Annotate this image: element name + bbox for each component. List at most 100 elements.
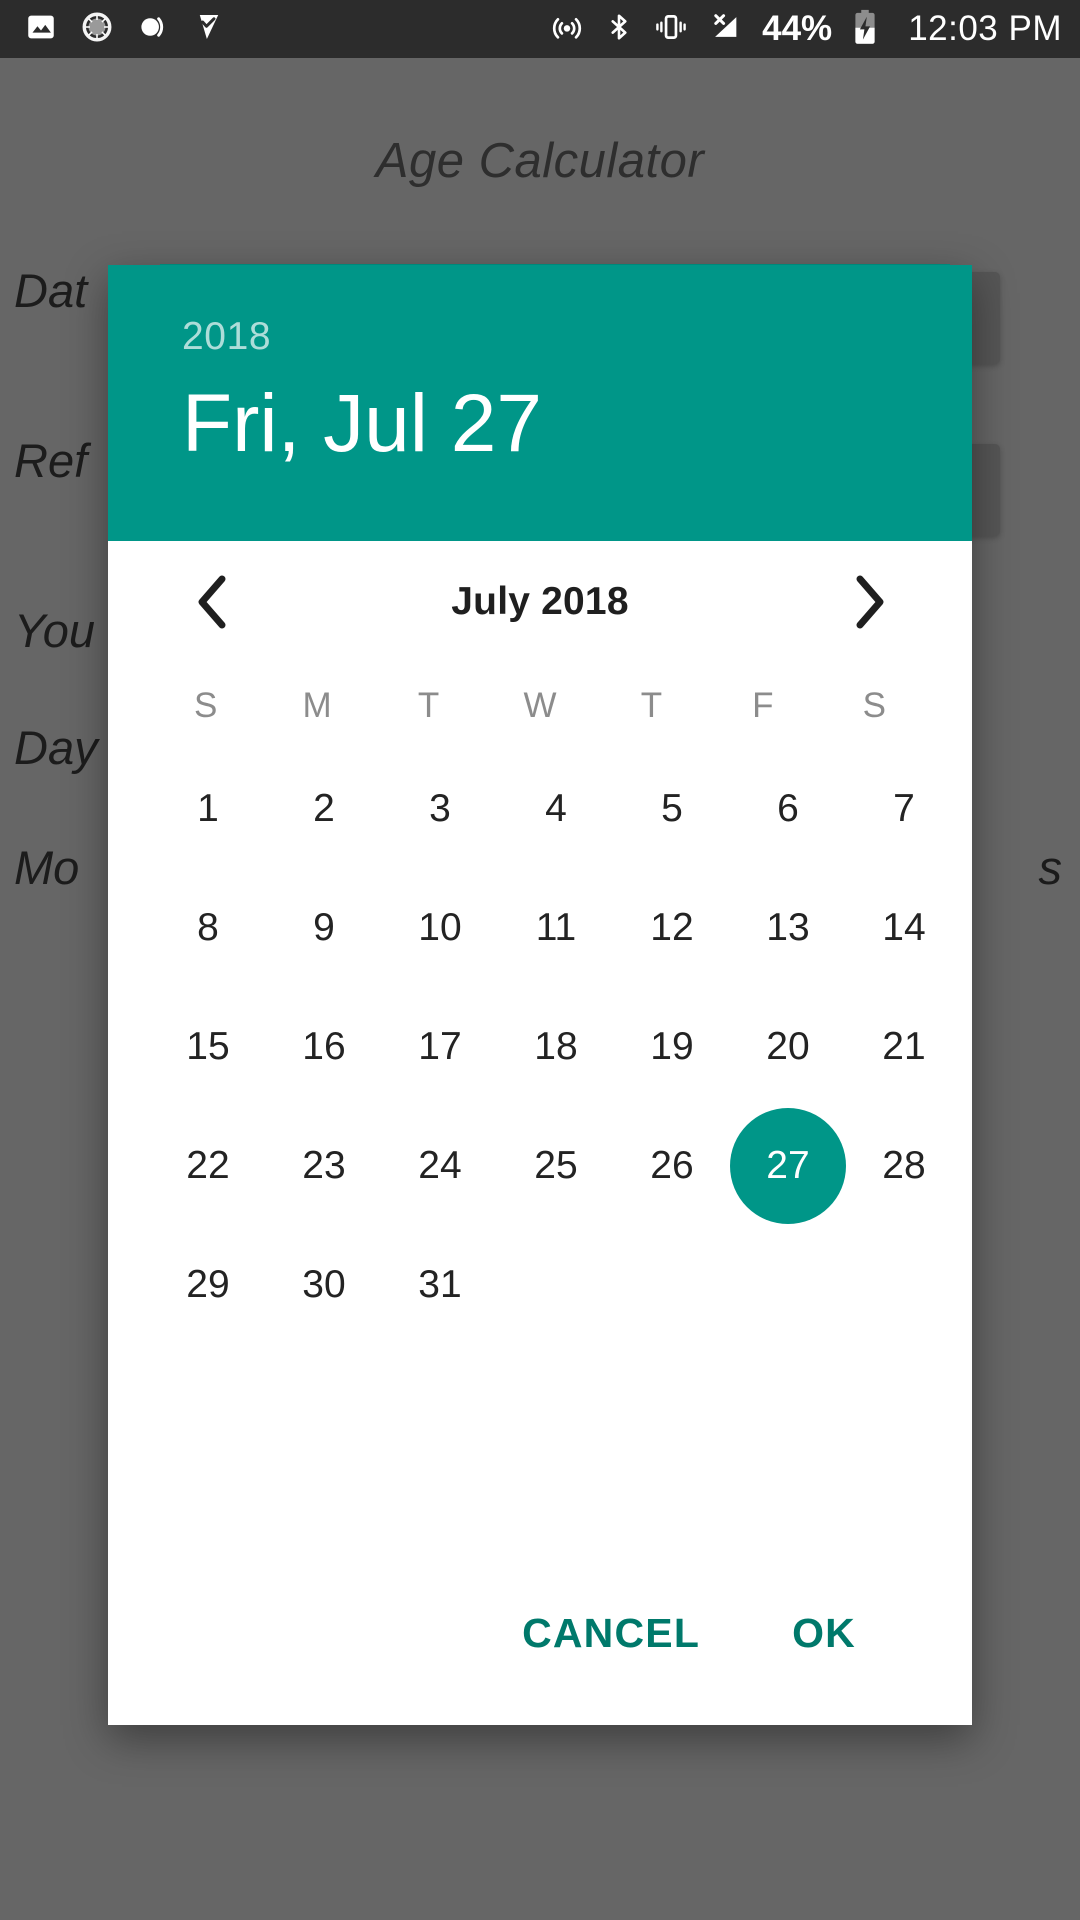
calendar-day[interactable]: 9: [266, 868, 382, 987]
weekday-label: W: [523, 686, 557, 725]
do-not-disturb-icon: [136, 10, 170, 49]
image-icon: [24, 10, 58, 49]
calendar-day[interactable]: 26: [614, 1106, 730, 1225]
calendar-day[interactable]: 23: [266, 1106, 382, 1225]
cancel-button[interactable]: CANCEL: [508, 1600, 714, 1667]
calendar-day-label: 13: [766, 905, 810, 949]
calendar-day[interactable]: 3: [382, 749, 498, 868]
chevron-left-icon[interactable]: [180, 571, 242, 633]
status-bar-right-icons: 44% 12:03 PM: [550, 9, 1062, 50]
calendar-day-label: 3: [429, 786, 451, 830]
background-row-label-1: Dat: [14, 264, 88, 317]
clock: 12:03 PM: [908, 9, 1062, 48]
no-signal-icon: [708, 10, 742, 49]
dialog-action-bar: CANCEL OK: [150, 1565, 930, 1725]
calendar-day-label: 16: [302, 1024, 346, 1068]
background-row-label-2: Ref: [14, 434, 88, 487]
selected-date-title[interactable]: Fri, Jul 27: [182, 378, 898, 470]
weekday-label: S: [194, 686, 218, 725]
calendar-day-label: 2: [313, 786, 335, 830]
status-bar-left-icons: [24, 10, 226, 49]
weekday-label: T: [640, 686, 663, 725]
calendar-day[interactable]: 4: [498, 749, 614, 868]
calendar-day-label: 21: [882, 1024, 926, 1068]
calendar-day-label: 12: [650, 905, 694, 949]
calendar-day-label: 31: [418, 1262, 462, 1306]
battery-charging-icon: [852, 9, 878, 50]
calendar-day-label: 23: [302, 1143, 346, 1187]
calendar-day-label: 27: [730, 1107, 846, 1224]
calendar-day[interactable]: 25: [498, 1106, 614, 1225]
calendar-day-label: 10: [418, 905, 462, 949]
ok-button[interactable]: OK: [778, 1600, 870, 1667]
weekday-label: T: [417, 686, 440, 725]
calendar-day[interactable]: 28: [846, 1106, 962, 1225]
calendar-day[interactable]: 10: [382, 868, 498, 987]
calendar-day-label: 24: [418, 1143, 462, 1187]
calendar-day[interactable]: 30: [266, 1225, 382, 1344]
calendar-day[interactable]: 7: [846, 749, 962, 868]
background-row-label-3: You: [14, 604, 96, 657]
calendar-day[interactable]: 31: [382, 1225, 498, 1344]
date-picker-dialog: 2018 Fri, Jul 27 July 2018 SMTWTFS 12345…: [108, 265, 972, 1725]
background-row-label-5: Mo: [14, 841, 80, 894]
calendar-day[interactable]: 6: [730, 749, 846, 868]
calendar-day[interactable]: 19: [614, 987, 730, 1106]
calendar-day[interactable]: 13: [730, 868, 846, 987]
calendar-day-selected[interactable]: 27: [730, 1106, 846, 1225]
calendar-day-label: 17: [418, 1024, 462, 1068]
calendar-day-label: 9: [313, 905, 335, 949]
sync-spinner-icon: [80, 10, 114, 49]
calendar-day[interactable]: 18: [498, 987, 614, 1106]
calendar-day-label: 29: [186, 1262, 230, 1306]
battery-percentage: 44%: [762, 9, 833, 48]
calendar-day-label: 20: [766, 1024, 810, 1068]
background-row-label-4: Day: [14, 721, 98, 774]
status-bar: 44% 12:03 PM: [0, 0, 1080, 58]
dialog-header: 2018 Fri, Jul 27: [108, 265, 972, 541]
chevron-right-icon[interactable]: [838, 571, 900, 633]
calendar-day[interactable]: 24: [382, 1106, 498, 1225]
calendar-day[interactable]: 14: [846, 868, 962, 987]
calendar-day[interactable]: 12: [614, 868, 730, 987]
calendar-day-label: 28: [882, 1143, 926, 1187]
calendar-day-label: 14: [882, 905, 926, 949]
calendar-day-label: 26: [650, 1143, 694, 1187]
calendar-day-label: 7: [893, 786, 915, 830]
calendar-day[interactable]: 16: [266, 987, 382, 1106]
calendar-day-label: 18: [534, 1024, 578, 1068]
calendar-day[interactable]: 11: [498, 868, 614, 987]
weekday-label: M: [302, 686, 332, 725]
calendar-day[interactable]: 21: [846, 987, 962, 1106]
calendar-day[interactable]: 1: [150, 749, 266, 868]
calendar-day-label: 8: [197, 905, 219, 949]
calendar-day-label: 30: [302, 1262, 346, 1306]
calendar-day-label: 4: [545, 786, 567, 830]
calendar-day[interactable]: 15: [150, 987, 266, 1106]
calendar-day-label: 22: [186, 1143, 230, 1187]
weekday-header-row: SMTWTFS: [150, 663, 930, 749]
app-title: Age Calculator: [375, 134, 705, 188]
calendar-day[interactable]: 17: [382, 987, 498, 1106]
weekday-label: S: [862, 686, 886, 725]
calendar-day[interactable]: 2: [266, 749, 382, 868]
calendar-day[interactable]: 20: [730, 987, 846, 1106]
month-year-label: July 2018: [451, 580, 629, 623]
calendar-day[interactable]: 22: [150, 1106, 266, 1225]
calendar-day[interactable]: 5: [614, 749, 730, 868]
calendar-day-label: 19: [650, 1024, 694, 1068]
calendar-day-label: 25: [534, 1143, 578, 1187]
selected-year[interactable]: 2018: [182, 317, 898, 356]
calendar-day[interactable]: 8: [150, 868, 266, 987]
calendar-day[interactable]: 29: [150, 1225, 266, 1344]
bluetooth-icon: [604, 10, 634, 49]
calendar-day-label: 6: [777, 786, 799, 830]
calendar-day-grid: 1 2 3 4 5 6 7 8 9 10 11 12 13 14 15 16 17 18 19 20 21 22 23 24 2…: [150, 749, 930, 1344]
background-row-tail: s: [1038, 841, 1063, 894]
calendar-day-label: 15: [186, 1024, 230, 1068]
weekday-label: F: [752, 686, 774, 725]
calendar-day-label: 5: [661, 786, 683, 830]
month-navigation: July 2018: [150, 541, 930, 663]
calendar-day-label: 1: [197, 786, 219, 830]
checkmark-flag-icon: [192, 10, 226, 49]
